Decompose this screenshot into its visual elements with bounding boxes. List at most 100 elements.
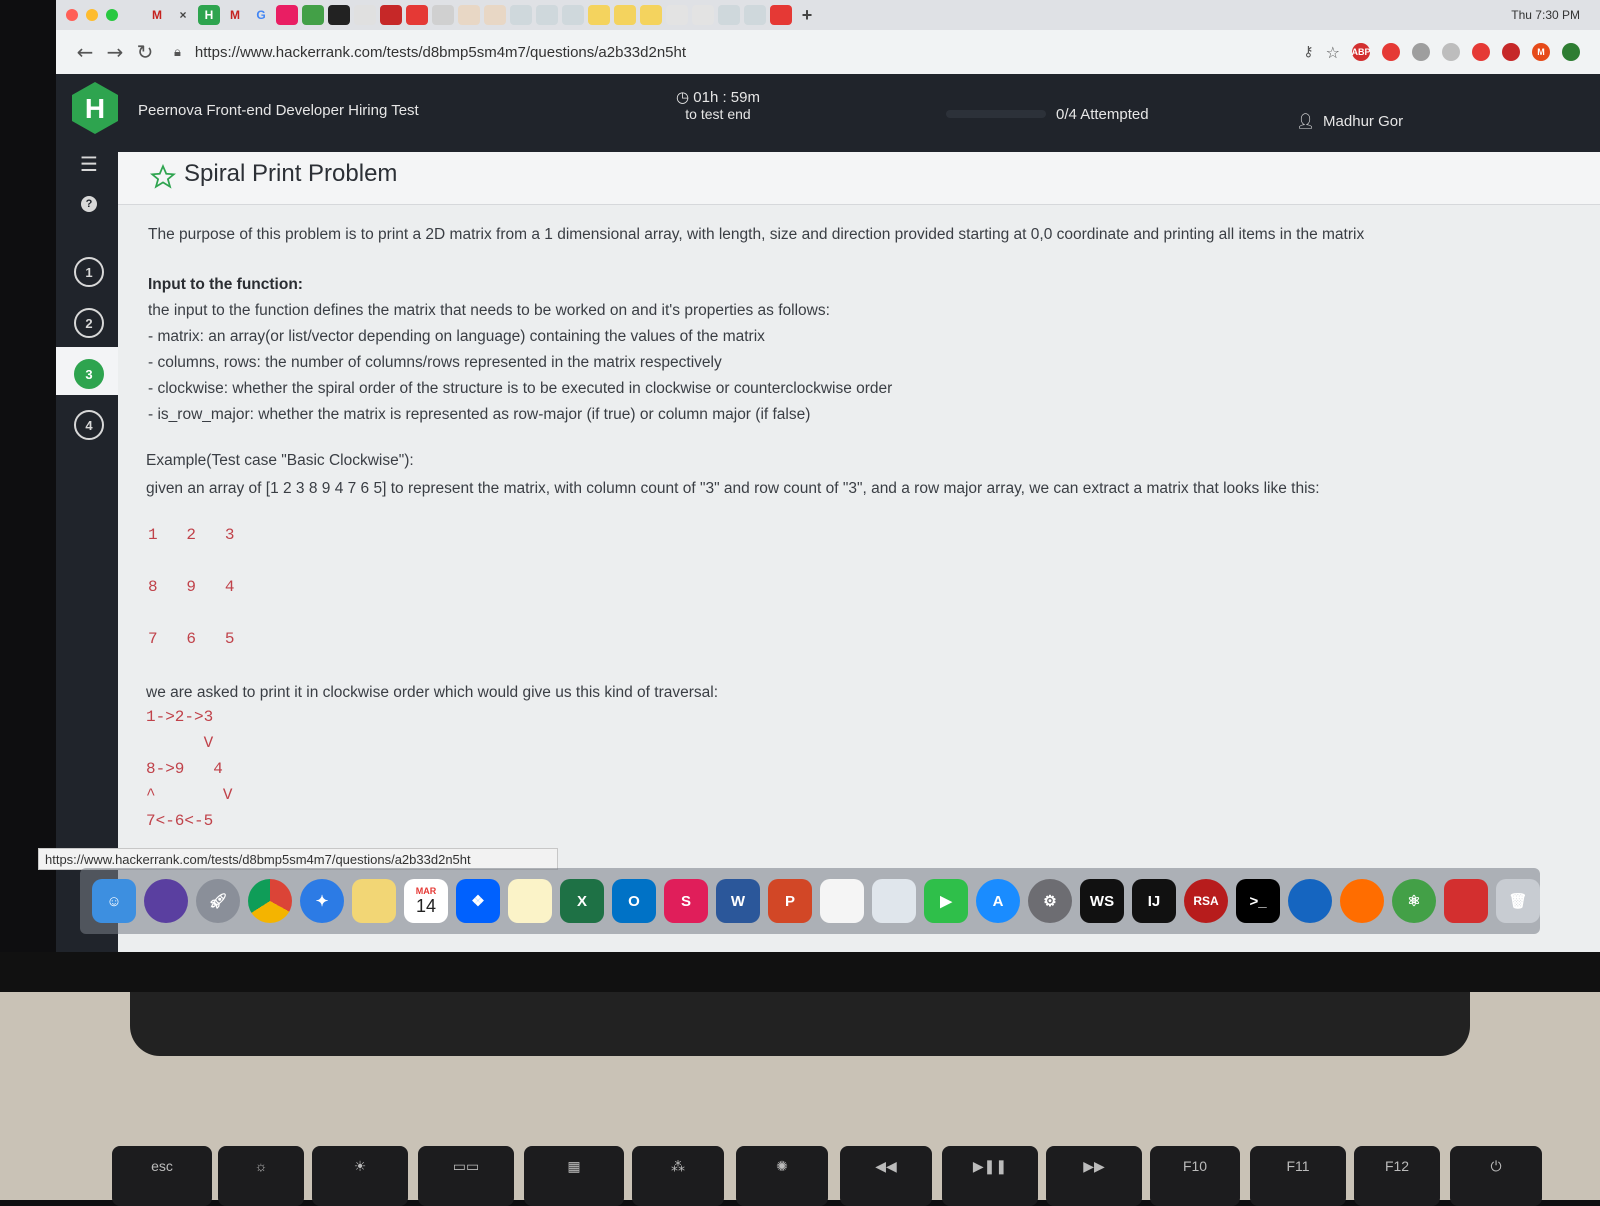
tab-misc-11[interactable] [562,5,584,25]
tab-close-icon[interactable]: × [172,5,194,25]
tab-misc-4[interactable] [354,5,376,25]
brightness-up-key[interactable]: ☀ [312,1146,408,1206]
play-pause-key[interactable]: ▶❚❚ [942,1146,1038,1206]
extension-icon-6[interactable] [1562,43,1580,61]
fast-forward-key[interactable]: ▶▶ [1046,1146,1142,1206]
outlook-icon[interactable]: O [612,879,656,923]
pencil-app-icon[interactable] [1340,879,1384,923]
tab-misc-14[interactable] [640,5,662,25]
tab-misc-18[interactable] [744,5,766,25]
question-3[interactable]: 3 [56,359,122,389]
facetime-icon[interactable]: ▶ [924,879,968,923]
dropbox-icon[interactable]: ❖ [456,879,500,923]
stickies-icon[interactable] [352,879,396,923]
tab-misc-1[interactable] [276,5,298,25]
extension-icon-4[interactable] [1472,43,1490,61]
rsa-securid-icon[interactable]: RSA [1184,879,1228,923]
tab-misc-19[interactable] [770,5,792,25]
tab-misc-10[interactable] [536,5,558,25]
tab-gmail[interactable]: M [146,5,168,25]
excel-icon[interactable]: X [560,879,604,923]
mute-key[interactable]: F10 [1150,1146,1240,1206]
preview-icon[interactable] [872,879,916,923]
problem-title: Spiral Print Problem [184,160,398,187]
traversal-intro: we are asked to print it in clockwise or… [146,684,719,701]
hackerrank-logo[interactable]: H [72,82,118,134]
star-icon[interactable] [150,164,176,190]
back-arrow-icon[interactable]: ← [70,40,100,64]
siri-icon[interactable] [144,879,188,923]
finder-icon[interactable]: ☺ [92,879,136,923]
volume-down-key[interactable]: F11 [1250,1146,1346,1206]
intellij-icon[interactable]: IJ [1132,879,1176,923]
tab-misc-7[interactable] [458,5,480,25]
brightness-down-key[interactable]: ☼ [218,1146,304,1206]
reminders-icon[interactable] [820,879,864,923]
question-list-icon[interactable]: ☰ [56,152,122,176]
extension-icon-2[interactable] [1412,43,1430,61]
power-key[interactable]: ⏻ [1450,1146,1542,1206]
tab-misc-12[interactable] [588,5,610,25]
tab-google[interactable]: G [250,5,272,25]
minimize-window-button[interactable] [86,9,98,21]
address-bar[interactable]: https://www.hackerrank.com/tests/d8bmp5s… [195,44,686,61]
reload-icon[interactable]: ↻ [130,40,160,64]
calendar-icon[interactable]: MAR 14 [404,879,448,923]
esc-key[interactable]: esc [112,1146,212,1206]
extension-icon-3[interactable] [1442,43,1460,61]
maximize-window-button[interactable] [106,9,118,21]
question-1[interactable]: 1 [56,257,122,287]
laptop-bezel [0,952,1600,992]
notes-icon[interactable] [508,879,552,923]
tab-misc-16[interactable] [692,5,714,25]
webstorm-icon[interactable]: WS [1080,879,1124,923]
tab-hackerrank[interactable]: H [198,5,220,25]
system-preferences-icon[interactable]: ⚙ [1028,879,1072,923]
close-window-button[interactable] [66,9,78,21]
keyboard-dim-key[interactable]: ⁂ [632,1146,724,1206]
adblock-icon[interactable]: ABP [1352,43,1371,61]
mission-control-key[interactable]: ▭▭ [418,1146,514,1206]
traversal-line: 7<-6<-5 [146,812,214,830]
tab-misc-5[interactable] [380,5,402,25]
tab-misc-6[interactable] [432,5,454,25]
atom-icon[interactable]: ⚛ [1392,879,1436,923]
trash-icon[interactable]: 🗑︎ [1496,879,1540,923]
powerpoint-icon[interactable]: P [768,879,812,923]
tab-misc-13[interactable] [614,5,636,25]
extension-icon-1[interactable] [1382,43,1400,61]
app-store-icon[interactable]: A [976,879,1020,923]
safari-icon[interactable]: ✦ [300,879,344,923]
chrome-icon[interactable] [248,879,292,923]
acrobat-icon[interactable] [1444,879,1488,923]
terminal-icon[interactable]: >_ [1236,879,1280,923]
rewind-key[interactable]: ◀◀ [840,1146,932,1206]
tab-youtube[interactable] [406,5,428,25]
tab-mail[interactable]: M [224,5,246,25]
extension-icon-5[interactable] [1502,43,1520,61]
help-icon[interactable]: ? [56,196,122,212]
key-icon[interactable]: ⚷ [1303,44,1313,60]
network-app-icon[interactable] [1288,879,1332,923]
tab-misc-8[interactable] [484,5,506,25]
input-bullet: - columns, rows: the number of columns/r… [148,354,722,371]
user-menu[interactable]: 👤︎ Madhur Gor [1296,112,1403,131]
keyboard-bright-key[interactable]: ✺ [736,1146,828,1206]
tab-misc-15[interactable] [666,5,688,25]
forward-arrow-icon[interactable]: → [100,40,130,64]
profile-avatar[interactable]: M [1532,43,1550,61]
svg-text:H: H [85,93,105,124]
question-2[interactable]: 2 [56,308,122,338]
tab-misc-17[interactable] [718,5,740,25]
new-tab-button[interactable]: + [796,5,818,25]
tab-misc-2[interactable] [302,5,324,25]
tab-misc-9[interactable] [510,5,532,25]
bookmark-star-icon[interactable]: ☆ [1326,43,1340,62]
word-icon[interactable]: W [716,879,760,923]
volume-up-key[interactable]: F12 [1354,1146,1440,1206]
question-4[interactable]: 4 [56,410,122,440]
tab-misc-3[interactable] [328,5,350,25]
launchpad-key[interactable]: ▦ [524,1146,624,1206]
launchpad-icon[interactable]: 🚀︎ [196,879,240,923]
slack-icon[interactable]: S [664,879,708,923]
